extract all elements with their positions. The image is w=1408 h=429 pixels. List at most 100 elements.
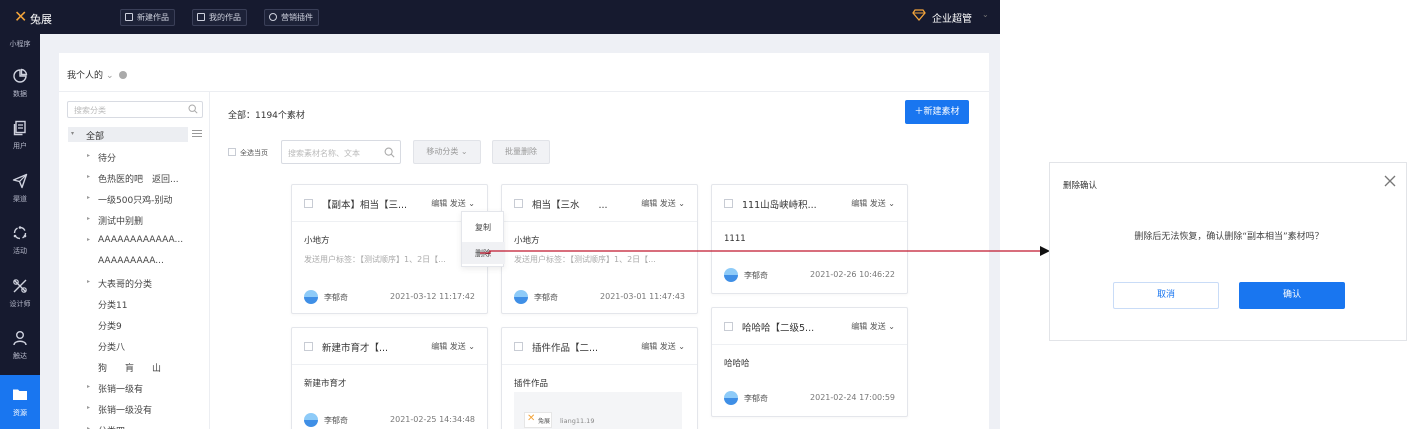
- new-material-button[interactable]: ＋新建素材: [905, 100, 969, 124]
- tree-item[interactable]: ▸ 张销一级有: [87, 382, 143, 395]
- divider: [712, 221, 907, 222]
- card-checkbox[interactable]: [724, 199, 733, 208]
- nav-item-designer[interactable]: 设计师: [0, 278, 40, 320]
- caret-right-icon[interactable]: ▸: [87, 215, 90, 222]
- tree-item[interactable]: 分类八: [98, 340, 125, 353]
- caret-right-icon[interactable]: ▸: [87, 173, 90, 180]
- confirm-button[interactable]: 确认: [1239, 282, 1345, 309]
- cancel-button[interactable]: 取消: [1113, 282, 1219, 309]
- card-actions[interactable]: 编辑 发送 ⌄: [851, 198, 895, 209]
- menu-item-copy[interactable]: 复制: [462, 216, 505, 238]
- nav-item-resources[interactable]: 资源: [0, 375, 40, 429]
- brand-name: 兔展: [30, 13, 52, 26]
- card-checkbox[interactable]: [304, 342, 313, 351]
- tree-item-label: AAAAAAAAAAAA...: [98, 235, 184, 245]
- card-author: 李郁奇: [324, 293, 348, 302]
- material-card[interactable]: 新建市育才【... 编辑 发送 ⌄ 新建市育才 李郁奇 2021-02-25 1…: [291, 327, 488, 429]
- card-checkbox[interactable]: [304, 199, 313, 208]
- menu-icon[interactable]: [192, 130, 202, 138]
- caret-right-icon[interactable]: ▸: [87, 278, 90, 285]
- nav-item-channels[interactable]: 渠道: [0, 173, 40, 215]
- caret-right-icon[interactable]: ▸: [87, 383, 90, 390]
- tree-item[interactable]: ▸分类四: [87, 424, 125, 429]
- nav-item-activity[interactable]: 活动: [0, 225, 40, 267]
- new-work-button[interactable]: 新建作品: [120, 9, 175, 26]
- tree-item-all[interactable]: ▾ 全部: [68, 127, 188, 142]
- material-card[interactable]: 哈哈哈【二级5... 编辑 发送 ⌄ 哈哈哈 李郁奇 2021-02-24 17…: [711, 307, 908, 417]
- card-checkbox[interactable]: [514, 199, 523, 208]
- search-icon[interactable]: [188, 104, 198, 114]
- card-date: 2021-02-25 14:34:48: [390, 415, 475, 424]
- card-actions[interactable]: 编辑 发送 ⌄: [431, 341, 475, 352]
- thumbnail-logo: ✕ 兔展: [524, 412, 552, 428]
- caret-down-icon[interactable]: ▾: [71, 130, 74, 137]
- card-actions[interactable]: 编辑 发送 ⌄: [641, 198, 685, 209]
- avatar: [514, 290, 528, 304]
- avatar: [304, 290, 318, 304]
- diamond-icon: [912, 9, 926, 21]
- tree-item[interactable]: AAAAAAAAA...: [98, 256, 164, 266]
- close-icon[interactable]: [1384, 175, 1396, 187]
- card-actions[interactable]: 编辑 发送 ⌄: [851, 321, 895, 332]
- nav-mini-program[interactable]: 小程序: [0, 39, 40, 49]
- brand-logo[interactable]: ✕ 兔展: [14, 5, 54, 29]
- paper-plane-icon: [12, 173, 28, 189]
- delete-confirm-dialog: 删除确认 删除后无法恢复，确认删除“副本相当”素材吗？ 取消 确认: [1049, 162, 1407, 341]
- material-search-input[interactable]: 搜索素材名称、文本: [281, 140, 401, 164]
- tree-item-label: 全部: [86, 132, 105, 142]
- logo-mark-icon: ✕: [14, 7, 28, 26]
- help-icon[interactable]: [118, 71, 127, 79]
- nav-label: 资源: [13, 409, 27, 417]
- caret-right-icon[interactable]: ▸: [87, 425, 90, 429]
- tree-item[interactable]: ▸ 张销一级没有: [87, 403, 152, 416]
- material-card[interactable]: 插件作品【二... 编辑 发送 ⌄ 插件作品 ✕ 兔展 liang11.19: [501, 327, 698, 429]
- select-all-label: 全选当页: [240, 149, 268, 157]
- batch-delete-button[interactable]: 批量删除: [492, 140, 550, 164]
- design-icon: [13, 279, 27, 293]
- nav-item-users[interactable]: 用户: [0, 120, 40, 162]
- scope-selector[interactable]: 我个人的 ⌄: [67, 68, 127, 81]
- tree-item[interactable]: 狗 肓 山: [98, 361, 161, 374]
- tree-item[interactable]: ▸ AAAAAAAAAAAA...: [87, 235, 184, 245]
- caret-right-icon[interactable]: ▸: [87, 236, 90, 243]
- category-search-input[interactable]: 搜索分类: [67, 101, 203, 118]
- tree-item[interactable]: ▸ 色热医的吧 返回...: [87, 172, 179, 185]
- card-author: 李郁奇: [744, 271, 768, 280]
- material-card[interactable]: 111山岛峡峙积... 编辑 发送 ⌄ 1111 李郁奇 2021-02-26 …: [711, 184, 908, 294]
- dialog-title: 删除确认: [1063, 181, 1098, 191]
- move-category-button[interactable]: 移动分类 ⌄: [413, 140, 481, 164]
- tree-item[interactable]: ▸ 一级500只鸡-别动: [87, 193, 172, 206]
- nav-item-data[interactable]: 数据: [0, 68, 40, 110]
- my-works-button[interactable]: 我的作品: [192, 9, 247, 26]
- checkbox-icon[interactable]: [228, 148, 236, 156]
- caret-right-icon[interactable]: ▸: [87, 194, 90, 201]
- tree-item[interactable]: ▸ 大表哥的分类: [87, 277, 152, 290]
- material-card[interactable]: 【副本】相当【三... 编辑 发送 ⌄ 小地方 发送用户标签：【测试顺序】1、2…: [291, 184, 488, 314]
- tree-item[interactable]: 分类9: [98, 319, 122, 332]
- nav-label: 触达: [13, 352, 27, 360]
- card-checkbox[interactable]: [514, 342, 523, 351]
- divider: [292, 364, 487, 365]
- tree-item[interactable]: ▸ 测试中别删: [87, 214, 143, 227]
- card-checkbox[interactable]: [724, 322, 733, 331]
- caret-right-icon[interactable]: ▸: [87, 152, 90, 159]
- avatar: [304, 413, 318, 427]
- divider: [502, 364, 697, 365]
- card-date: 2021-03-12 11:17:42: [390, 292, 475, 301]
- tree-item[interactable]: 分类11: [98, 298, 127, 311]
- nav-label: 活动: [13, 247, 27, 255]
- caret-right-icon[interactable]: ▸: [87, 404, 90, 411]
- thumbnail-brand: 兔展: [538, 418, 551, 425]
- card-subtitle: 小地方: [304, 236, 330, 246]
- card-actions[interactable]: 编辑 发送 ⌄: [641, 341, 685, 352]
- nav-item-reach[interactable]: 触达: [0, 330, 40, 372]
- select-all-checkbox[interactable]: 全选当页: [228, 148, 268, 158]
- top-bar: ✕ 兔展 新建作品 我的作品 营销插件 企业超管 ⌄: [0, 0, 1000, 34]
- nav-label: 数据: [13, 90, 27, 98]
- list-icon: [197, 13, 205, 21]
- search-icon[interactable]: [384, 147, 395, 158]
- tree-item[interactable]: ▸ 待分: [87, 151, 116, 164]
- card-actions[interactable]: 编辑 发送 ⌄: [431, 198, 475, 209]
- marketing-plugin-button[interactable]: 营销插件: [264, 9, 319, 26]
- divider: [292, 221, 487, 222]
